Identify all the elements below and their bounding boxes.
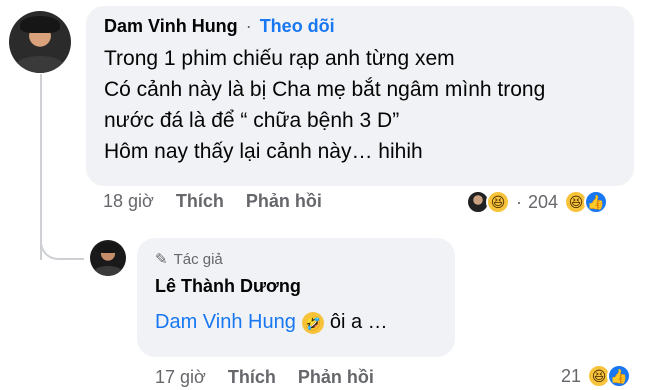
reaction-summary[interactable]: 😆 · 204 😆 👍	[466, 190, 609, 214]
comment-header: Dam Vinh Hung · Theo dõi	[104, 16, 616, 37]
like-button[interactable]: Thích	[228, 367, 276, 388]
comment-timestamp[interactable]: 18 giờ	[103, 191, 154, 212]
comment-actions: 18 giờ Thích Phản hồi	[103, 191, 344, 212]
reply-author-name[interactable]: Lê Thành Dương	[155, 276, 437, 297]
like-button[interactable]: Thích	[176, 191, 224, 212]
pencil-icon: ✎	[155, 251, 168, 268]
comment-line: nước đá là để “ chữa bệnh 3 D”	[104, 109, 400, 132]
like-icon: 👍	[607, 364, 632, 388]
avatar-hair	[96, 242, 120, 253]
comment-author-name[interactable]: Dam Vinh Hung	[104, 16, 238, 37]
avatar-hair	[20, 15, 60, 34]
reply-button[interactable]: Phản hồi	[298, 367, 374, 388]
comment-line: Hôm nay thấy lại cảnh này… hihih	[104, 140, 423, 163]
reply-actions: 17 giờ Thích Phản hồi	[155, 367, 396, 388]
thread-connector	[40, 230, 84, 260]
rofl-icon: 🤣	[301, 311, 324, 334]
reply-bubble: ✎ Tác giả Lê Thành Dương Dam Vinh Hung 🤣…	[137, 238, 455, 357]
header-separator: ·	[245, 16, 252, 36]
reply-reaction-summary[interactable]: 21 😆 👍	[555, 364, 632, 388]
haha-icon: 😆	[486, 190, 510, 214]
reaction-separator: ·	[516, 191, 522, 212]
author-badge-label: Tác giả	[173, 250, 223, 268]
like-icon: 👍	[584, 190, 609, 214]
reaction-count: 21	[561, 365, 582, 386]
avatar-shirt	[15, 55, 65, 73]
comment-text: Trong 1 phim chiếu rạp anh từng xem Có c…	[104, 43, 616, 167]
author-badge: ✎ Tác giả	[155, 250, 437, 269]
comment-line: Trong 1 phim chiếu rạp anh từng xem	[104, 47, 455, 70]
reply-avatar[interactable]	[90, 240, 126, 276]
reaction-count: 204	[528, 191, 559, 212]
reply-timestamp[interactable]: 17 giờ	[155, 367, 206, 388]
avatar-shirt	[93, 265, 123, 276]
reply-message: ôi a …	[329, 311, 388, 333]
reply-button[interactable]: Phản hồi	[246, 191, 322, 212]
reply-text: Dam Vinh Hung 🤣 ôi a …	[155, 311, 437, 334]
avatar[interactable]	[9, 11, 71, 73]
comment-bubble: Dam Vinh Hung · Theo dõi Trong 1 phim ch…	[86, 6, 634, 186]
comment-line: Có cảnh này là bị Cha mẹ bắt ngâm mình t…	[104, 78, 546, 101]
mention-link[interactable]: Dam Vinh Hung	[155, 311, 296, 334]
follow-button[interactable]: Theo dõi	[260, 16, 335, 37]
